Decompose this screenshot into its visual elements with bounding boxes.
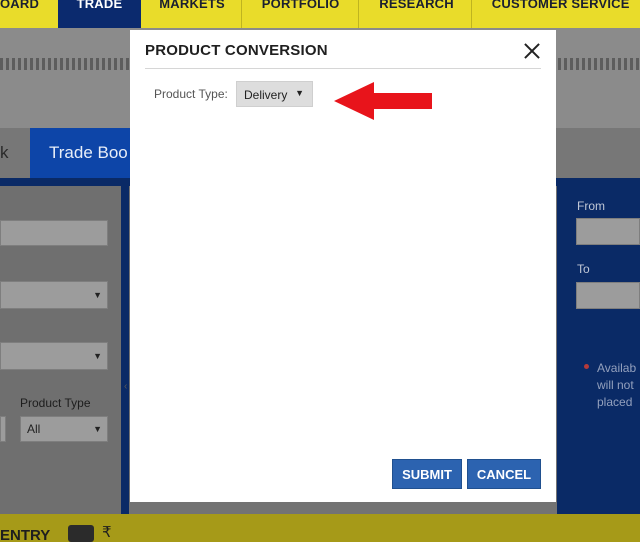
rupee-icon: ₹ — [102, 524, 112, 541]
to-date-input[interactable] — [576, 282, 640, 309]
divider — [145, 68, 541, 69]
close-icon[interactable] — [522, 41, 542, 61]
dialog-title: PRODUCT CONVERSION — [145, 42, 328, 59]
chevron-down-icon: ▼ — [295, 88, 304, 98]
chevron-down-icon: ▼ — [93, 424, 102, 434]
bottom-bar: ENTRY — [0, 514, 640, 542]
tab-label: Trade Boo — [49, 143, 128, 162]
top-navigation: OARD TRADE MARKETS PORTFOLIO RESEARCH CU… — [0, 0, 640, 28]
product-type-filter-label: Product Type — [20, 396, 91, 410]
nav-item-customer-service[interactable]: CUSTOMER SERVICE — [472, 0, 640, 28]
tab-order-book[interactable]: k — [0, 128, 30, 178]
chevron-left-icon[interactable]: ‹ — [124, 381, 127, 392]
wallet-icon[interactable] — [68, 525, 94, 542]
nav-item-label: MARKETS — [159, 0, 225, 11]
filter-select[interactable]: ▼ — [0, 281, 108, 309]
filter-select[interactable]: ▼ — [0, 342, 108, 370]
nav-item-label: PORTFOLIO — [261, 0, 340, 11]
product-type-select[interactable]: Delivery ▼ — [236, 81, 313, 107]
tab-label: k — [0, 143, 9, 162]
note-line: Availab — [597, 361, 637, 375]
nav-item-trade[interactable]: TRADE — [57, 0, 142, 28]
submit-button[interactable]: SUBMIT — [392, 459, 462, 489]
nav-item-label: TRADE — [76, 0, 123, 11]
nav-item-label: RESEARCH — [379, 0, 454, 11]
product-type-filter-select[interactable]: All ▼ — [20, 416, 108, 442]
select-value: All — [27, 422, 41, 436]
from-date-label: From — [577, 199, 605, 213]
entry-label: ENTRY — [0, 527, 51, 542]
nav-item-research[interactable]: RESEARCH — [359, 0, 471, 28]
nav-item-label: OARD — [0, 0, 40, 11]
filter-input[interactable] — [0, 416, 6, 442]
from-date-input[interactable] — [576, 218, 640, 245]
red-arrow-icon — [334, 82, 432, 120]
product-type-label: Product Type: — [154, 87, 228, 101]
warning-bullet-icon — [584, 364, 589, 369]
select-value: Delivery — [244, 88, 288, 102]
note-line: placed — [597, 395, 633, 409]
nav-item-label: CUSTOMER SERVICE — [491, 0, 630, 11]
product-conversion-dialog: PRODUCT CONVERSION Product Type: Deliver… — [130, 30, 556, 502]
filter-input[interactable] — [0, 220, 108, 246]
to-date-label: To — [577, 262, 590, 276]
nav-item-markets[interactable]: MARKETS — [141, 0, 241, 28]
availability-note: Availab will not placed — [597, 360, 636, 411]
cancel-button[interactable]: CANCEL — [467, 459, 541, 489]
chevron-down-icon: ▼ — [93, 351, 102, 361]
nav-item-portfolio[interactable]: PORTFOLIO — [242, 0, 358, 28]
note-line: will not — [597, 378, 634, 392]
chevron-down-icon: ▼ — [93, 290, 102, 300]
nav-item-dashboard[interactable]: OARD — [0, 0, 58, 28]
tab-trade-book[interactable]: Trade Boo — [30, 128, 140, 178]
